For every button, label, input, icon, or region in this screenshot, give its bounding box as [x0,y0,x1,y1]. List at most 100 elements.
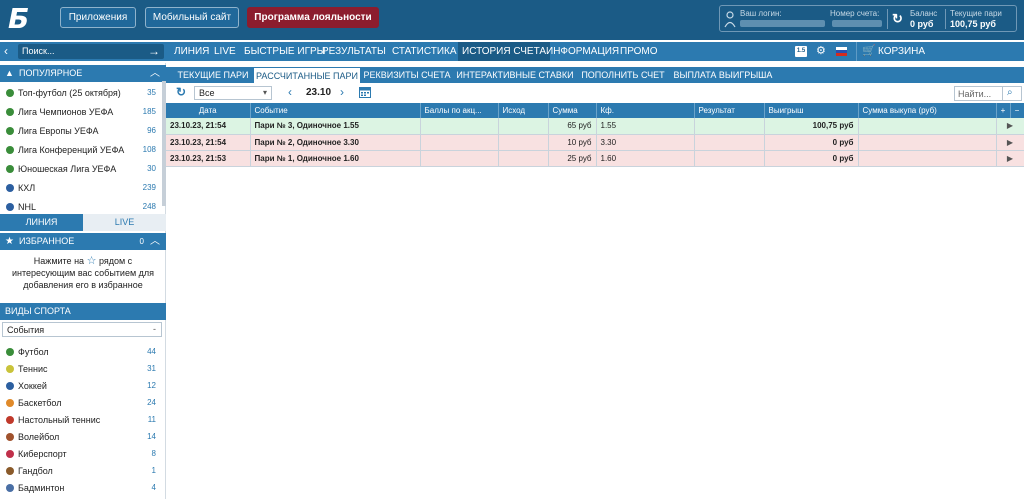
cell-event: Пари № 1, Одиночное 1.60 [250,150,421,167]
date-display[interactable]: 23.10 [306,87,331,98]
page: Б Приложения Мобильный сайт Программа ло… [0,0,1024,499]
mobile-site-button[interactable]: Мобильный сайт [145,7,239,28]
sidebar-item[interactable]: КХЛ 239 [0,179,166,197]
nav-promo[interactable]: ПРОМО [620,42,658,61]
expand-row-icon[interactable]: ▶ [996,118,1024,135]
balance-value: 0 руб [910,19,934,29]
sport-item[interactable]: Баскетбол 24 [0,394,166,412]
col-points[interactable]: Баллы по акц... [420,103,499,118]
tab-interactive-bets[interactable]: ИНТЕРАКТИВНЫЕ СТАВКИ [454,67,576,83]
chevron-left-icon[interactable]: ‹ [288,85,292,100]
nav-results[interactable]: РЕЗУЛЬТАТЫ [322,42,386,61]
col-result[interactable]: Результат [694,103,765,118]
russia-flag-icon[interactable] [836,47,847,56]
sport-item[interactable]: Футбол 44 [0,343,166,361]
cell-sum: 65 руб [548,118,597,135]
filter-select[interactable]: Все ▾ [194,86,272,100]
gear-icon[interactable]: ⚙ [816,44,826,58]
basketball-icon [6,399,14,407]
sidebar-item[interactable]: Лига Чемпионов УЕФА 185 [0,103,166,121]
sidebar-item[interactable]: Лига Европы УЕФА 96 [0,122,166,140]
sport-label: Баскетбол [18,398,62,408]
col-event[interactable]: Событие [250,103,421,118]
nav-account-history[interactable]: ИСТОРИЯ СЧЕТА [458,42,551,61]
chevron-down-icon: - [153,324,156,334]
sidebar-item[interactable]: Топ-футбол (25 октября) 35 [0,84,166,102]
history-search-input[interactable]: Найти... ⌕ [954,86,1022,101]
tab-current-bets[interactable]: ТЕКУЩИЕ ПАРИ [172,67,254,83]
col-coef[interactable]: Кф. [596,103,695,118]
sport-label: Настольный теннис [18,415,101,425]
sport-item[interactable]: Гандбол 1 [0,462,166,480]
expand-all-button[interactable]: + [996,103,1011,118]
sport-item[interactable]: Теннис 31 [0,360,166,378]
version-badge[interactable]: 1.5 [795,46,807,57]
nav-live[interactable]: LIVE [214,42,236,61]
refresh-icon[interactable]: ↻ [176,85,186,100]
tab-live[interactable]: LIVE [83,214,166,231]
sports-title: ВИДЫ СПОРТА [5,306,71,316]
cell-sum: 10 руб [548,134,597,151]
sports-filter-select[interactable]: События - [2,322,162,337]
tab-line[interactable]: ЛИНИЯ [0,214,83,231]
col-date[interactable]: Дата [166,103,251,118]
sidebar-item-count: 108 [142,145,156,154]
sidebar-item-label: Лига Конференций УЕФА [18,145,125,155]
nav-information[interactable]: ИНФОРМАЦИЯ [546,42,619,61]
chevron-right-icon[interactable]: › [340,85,344,100]
football-icon [6,348,14,356]
cell-points [420,118,499,135]
sport-label: Футбол [18,347,49,357]
sidebar-item-label: NHL [18,202,37,212]
loyalty-program-button[interactable]: Программа лояльности [247,7,379,28]
search-placeholder: Найти... [958,89,992,99]
expand-row-icon[interactable]: ▶ [996,150,1024,167]
logo[interactable]: Б [8,5,46,33]
col-sum[interactable]: Сумма [548,103,597,118]
divider [856,42,857,61]
sport-label: Гандбол [18,466,53,476]
calendar-icon[interactable] [359,86,371,98]
sport-item[interactable]: Настольный теннис 11 [0,411,166,429]
table-row[interactable]: 23.10.23, 21:54 Пари № 2, Одиночное 3.30… [166,134,1024,151]
favorites-header[interactable]: ★ ИЗБРАННОЕ 0 ︿ [0,233,166,250]
sport-item[interactable]: Киберспорт 8 [0,445,166,463]
apps-button[interactable]: Приложения [60,7,136,28]
nav-statistics[interactable]: СТАТИСТИКА [392,42,457,61]
sport-item[interactable]: Волейбол 14 [0,428,166,446]
cell-date: 23.10.23, 21:53 [166,150,251,167]
col-win[interactable]: Выигрыш [764,103,859,118]
sport-count: 14 [147,432,156,441]
col-outcome[interactable]: Исход [498,103,549,118]
chevron-up-icon[interactable]: ︿ [150,233,160,250]
tab-deposit[interactable]: ПОПОЛНИТЬ СЧЕТ [578,67,668,83]
sports-filter-value: События [7,325,45,335]
nav-fast-games[interactable]: БЫСТРЫЕ ИГРЫ [244,42,326,61]
sport-label: Киберспорт [18,449,67,459]
hockey-icon [6,382,14,390]
popular-header[interactable]: ▲ ПОПУЛЯРНОЕ ︿ [0,65,166,82]
sport-item[interactable]: Хоккей 12 [0,377,166,395]
table-row[interactable]: 23.10.23, 21:53 Пари № 1, Одиночное 1.60… [166,150,1024,167]
collapse-arrow-icon[interactable]: ‹ [4,44,8,58]
sport-item[interactable]: Бадминтон 4 [0,479,166,497]
search-icon[interactable]: ⌕ [1007,87,1013,98]
cart-icon[interactable]: 🛒 [862,44,876,58]
collapse-all-button[interactable]: − [1010,103,1024,118]
refresh-balance-icon[interactable]: ↻ [892,12,906,26]
cell-date: 23.10.23, 21:54 [166,118,251,135]
nav-line[interactable]: ЛИНИЯ [174,42,209,61]
table-row[interactable]: 23.10.23, 21:54 Пари № 3, Одиночное 1.55… [166,118,1024,135]
sidebar-item[interactable]: Лига Конференций УЕФА 108 [0,141,166,159]
tab-account-details[interactable]: РЕКВИЗИТЫ СЧЕТА [362,67,452,83]
chevron-up-icon[interactable]: ︿ [150,65,160,82]
col-cashout[interactable]: Сумма выкупа (руб) [858,103,997,118]
tab-settled-bets[interactable]: РАССЧИТАННЫЕ ПАРИ [254,67,360,83]
arrow-right-icon[interactable]: → [148,44,160,58]
sidebar-item[interactable]: Юношеская Лига УЕФА 30 [0,160,166,178]
tab-withdraw[interactable]: ВЫПЛАТА ВЫИГРЫША [670,67,776,83]
cart-label[interactable]: КОРЗИНА [878,42,925,61]
sidebar-item-label: Топ-футбол (25 октября) [18,88,121,98]
search-input[interactable]: Поиск... → [18,44,164,59]
expand-row-icon[interactable]: ▶ [996,134,1024,151]
